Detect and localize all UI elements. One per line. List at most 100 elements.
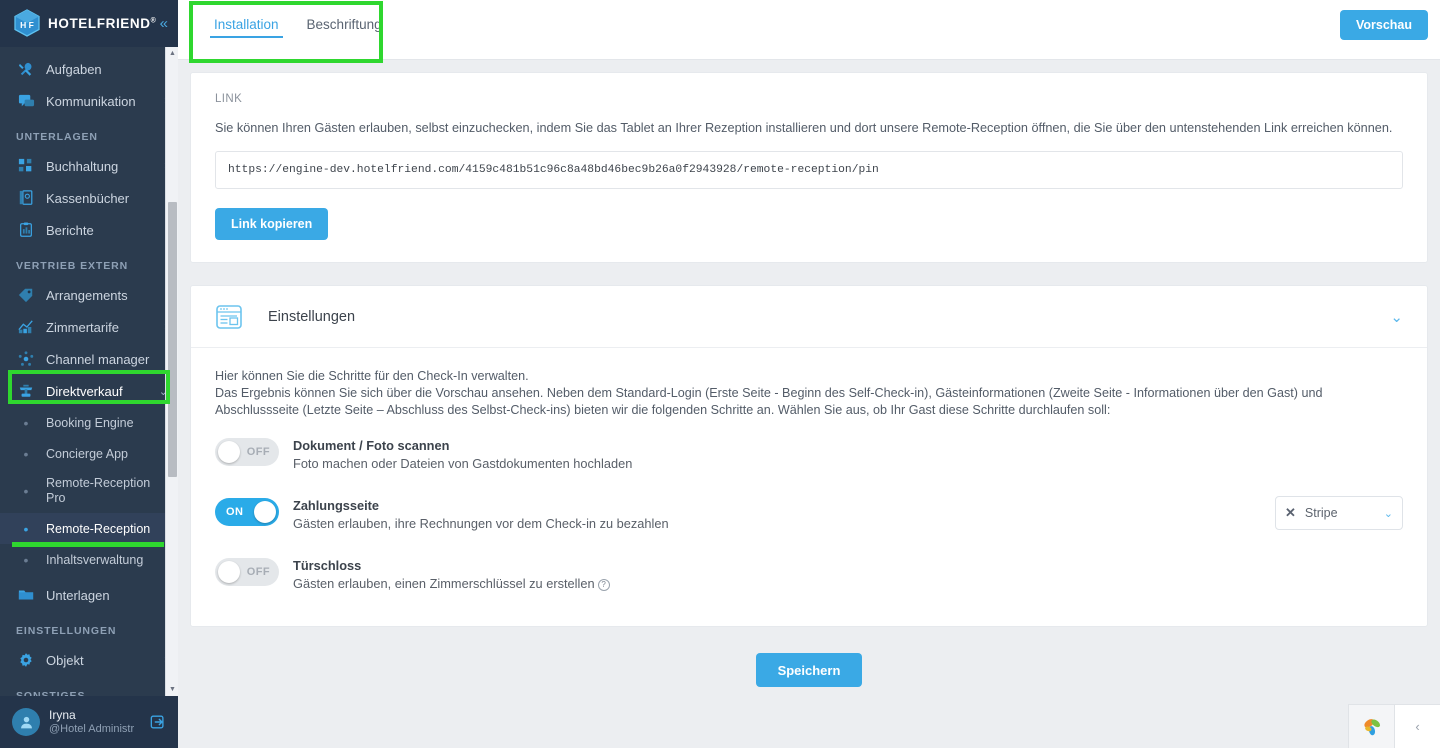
- settings-body: Hier können Sie die Schritte für den Che…: [191, 348, 1427, 626]
- svg-text:H F: H F: [20, 20, 34, 30]
- sidebar-section-sonstiges: SONSTIGES: [0, 676, 178, 696]
- bullet-icon: •: [23, 551, 29, 568]
- toggle-state-label: OFF: [246, 446, 270, 458]
- sidebar-item-label: Kassenbücher: [46, 190, 130, 206]
- book-icon: [16, 190, 36, 206]
- setting-text: Zahlungsseite Gästen erlauben, ihre Rech…: [293, 496, 1265, 533]
- sidebar: H F HOTELFRIEND® « Aufgaben Kommunikatio…: [0, 0, 178, 748]
- chevron-down-icon[interactable]: ⌄: [1384, 507, 1393, 520]
- bullet-icon: •: [23, 483, 29, 500]
- sidebar-item-kassenbuecher[interactable]: Kassenbücher: [0, 182, 178, 214]
- settings-intro-line-2: Das Ergebnis können Sie sich über die Vo…: [215, 386, 1323, 417]
- support-widget: ‹: [1348, 704, 1440, 748]
- sidebar-collapse-icon[interactable]: «: [160, 16, 168, 31]
- sidebar-item-kommunikation[interactable]: Kommunikation ›: [0, 85, 178, 117]
- sidebar-subitem-label: Concierge App: [46, 446, 129, 461]
- setting-subtitle: Gästen erlauben, ihre Rechnungen vor dem…: [293, 516, 669, 531]
- sidebar-item-direktverkauf[interactable]: Direktverkauf ⌄: [0, 375, 178, 408]
- payment-provider-select[interactable]: ✕ Stripe ⌄: [1275, 496, 1403, 530]
- setting-subtitle: Foto machen oder Dateien von Gastdokumen…: [293, 456, 633, 471]
- user-role: @Hotel Administr: [49, 723, 135, 735]
- settings-header[interactable]: Einstellungen ⌄: [191, 286, 1427, 348]
- setting-subtitle: Gästen erlauben, einen Zimmerschlüssel z…: [293, 576, 595, 591]
- sidebar-scrollbar[interactable]: ▲ ▼: [165, 47, 178, 696]
- sidebar-section-vertrieb-extern: VERTRIEB EXTERN: [16, 260, 129, 273]
- sidebar-subitem-label: Inhaltsverwaltung: [46, 552, 144, 567]
- sidebar-item-berichte[interactable]: Berichte: [0, 214, 178, 246]
- sidebar-item-label: Zimmertarife: [46, 319, 119, 335]
- brand-name: HOTELFRIEND®: [48, 15, 157, 31]
- toggle-tuerschloss[interactable]: OFF: [215, 558, 279, 586]
- link-url-text: https://engine-dev.hotelfriend.com/4159c…: [228, 164, 879, 176]
- sidebar-subitem-booking-engine[interactable]: • Booking Engine: [0, 407, 178, 438]
- tab-label: Beschriftung: [306, 16, 382, 32]
- scroll-down-icon[interactable]: ▼: [166, 683, 178, 696]
- info-icon[interactable]: ?: [597, 579, 610, 591]
- link-url-field[interactable]: https://engine-dev.hotelfriend.com/4159c…: [215, 151, 1403, 189]
- toggle-dokument-foto-scannen[interactable]: OFF: [215, 438, 279, 466]
- sidebar-subitem-label: Remote-Reception Pro: [46, 476, 151, 506]
- sidebar-subitem-label: Remote-Reception: [46, 521, 151, 536]
- link-section-label: LINK: [215, 93, 243, 105]
- toggle-knob: [254, 501, 276, 523]
- hotelfriend-logo-icon: H F: [14, 9, 40, 37]
- toggle-state-label: OFF: [246, 566, 270, 578]
- preview-button[interactable]: Vorschau: [1339, 10, 1428, 40]
- save-button-row: Speichern: [190, 653, 1428, 687]
- settings-page-icon: [215, 303, 243, 331]
- tab-installation[interactable]: Installation: [200, 0, 293, 48]
- shop-icon: [16, 383, 36, 399]
- tab-beschriftung[interactable]: Beschriftung: [293, 0, 396, 48]
- sidebar-item-buchhaltung[interactable]: Buchhaltung ›: [0, 150, 178, 182]
- user-name: Iryna: [49, 708, 76, 722]
- payment-provider-value: Stripe: [1304, 506, 1338, 520]
- sidebar-item-label: Direktverkauf: [46, 383, 123, 399]
- sidebar-subitem-inhaltsverwaltung[interactable]: • Inhaltsverwaltung: [0, 544, 178, 575]
- sidebar-item-aufgaben[interactable]: Aufgaben: [0, 53, 178, 85]
- widget-collapse-icon[interactable]: ‹: [1394, 704, 1440, 748]
- link-card: LINK Sie können Ihren Gästen erlauben, s…: [190, 72, 1428, 263]
- bullet-icon: •: [23, 520, 29, 537]
- sidebar-item-label: Objekt: [46, 652, 84, 668]
- settings-card: Einstellungen ⌄ Hier können Sie die Schr…: [190, 285, 1428, 627]
- link-description: Sie können Ihren Gästen erlauben, selbst…: [215, 121, 1393, 135]
- toggle-state-label: ON: [226, 506, 244, 518]
- sidebar-item-objekt[interactable]: Objekt ›: [0, 644, 178, 676]
- settings-rows: OFF Dokument / Foto scannen Foto machen …: [215, 436, 1403, 602]
- flower-widget-icon[interactable]: [1348, 704, 1394, 748]
- sidebar-item-label: Channel manager: [46, 351, 150, 367]
- toggle-zahlungsseite[interactable]: ON: [215, 498, 279, 526]
- main-area: Installation Beschriftung Vorschau LINK …: [178, 0, 1440, 748]
- gear-icon: [16, 652, 36, 668]
- sidebar-scrollbar-thumb[interactable]: [168, 202, 177, 478]
- sidebar-subitem-remote-reception[interactable]: • Remote-Reception: [0, 513, 178, 545]
- logout-icon[interactable]: [148, 714, 168, 730]
- sidebar-section-unterlagen: UNTERLAGEN: [16, 131, 98, 144]
- user-info: Iryna @Hotel Administr: [49, 708, 148, 736]
- chat-icon: [16, 93, 36, 110]
- sidebar-item-arrangements[interactable]: Arrangements: [0, 279, 178, 311]
- setting-row-tuerschloss: OFF Türschloss Gästen erlauben, einen Zi…: [215, 556, 1403, 602]
- sidebar-section-einstellungen: EINSTELLUNGEN: [16, 625, 117, 638]
- settings-title: Einstellungen: [268, 308, 356, 325]
- save-button[interactable]: Speichern: [755, 653, 863, 687]
- scroll-up-icon[interactable]: ▲: [166, 47, 178, 60]
- tag-icon: [16, 287, 36, 303]
- setting-title: Dokument / Foto scannen: [293, 438, 450, 453]
- sidebar-user-panel[interactable]: Iryna @Hotel Administr: [0, 696, 178, 748]
- sidebar-item-zimmertarife[interactable]: Zimmertarife ›: [0, 311, 178, 343]
- grid-icon: [16, 158, 36, 174]
- setting-subtitle-wrap: Gästen erlauben, einen Zimmerschlüssel z…: [293, 575, 1403, 593]
- sidebar-subitem-concierge-app[interactable]: • Concierge App: [0, 438, 178, 469]
- sidebar-item-unterlagen[interactable]: Unterlagen: [0, 579, 178, 611]
- bullet-icon: •: [23, 445, 29, 462]
- sidebar-item-channel-manager[interactable]: Channel manager: [0, 343, 178, 375]
- toggle-knob: [218, 441, 240, 463]
- sidebar-subitem-remote-reception-pro[interactable]: • Remote-Reception Pro: [0, 469, 178, 513]
- close-icon[interactable]: ✕: [1285, 505, 1296, 521]
- network-icon: [16, 351, 36, 367]
- bullet-icon: •: [23, 414, 29, 431]
- copy-link-button[interactable]: Link kopieren: [215, 208, 329, 240]
- sidebar-item-label: Unterlagen: [46, 587, 110, 603]
- chevron-down-icon[interactable]: ⌄: [1390, 308, 1403, 326]
